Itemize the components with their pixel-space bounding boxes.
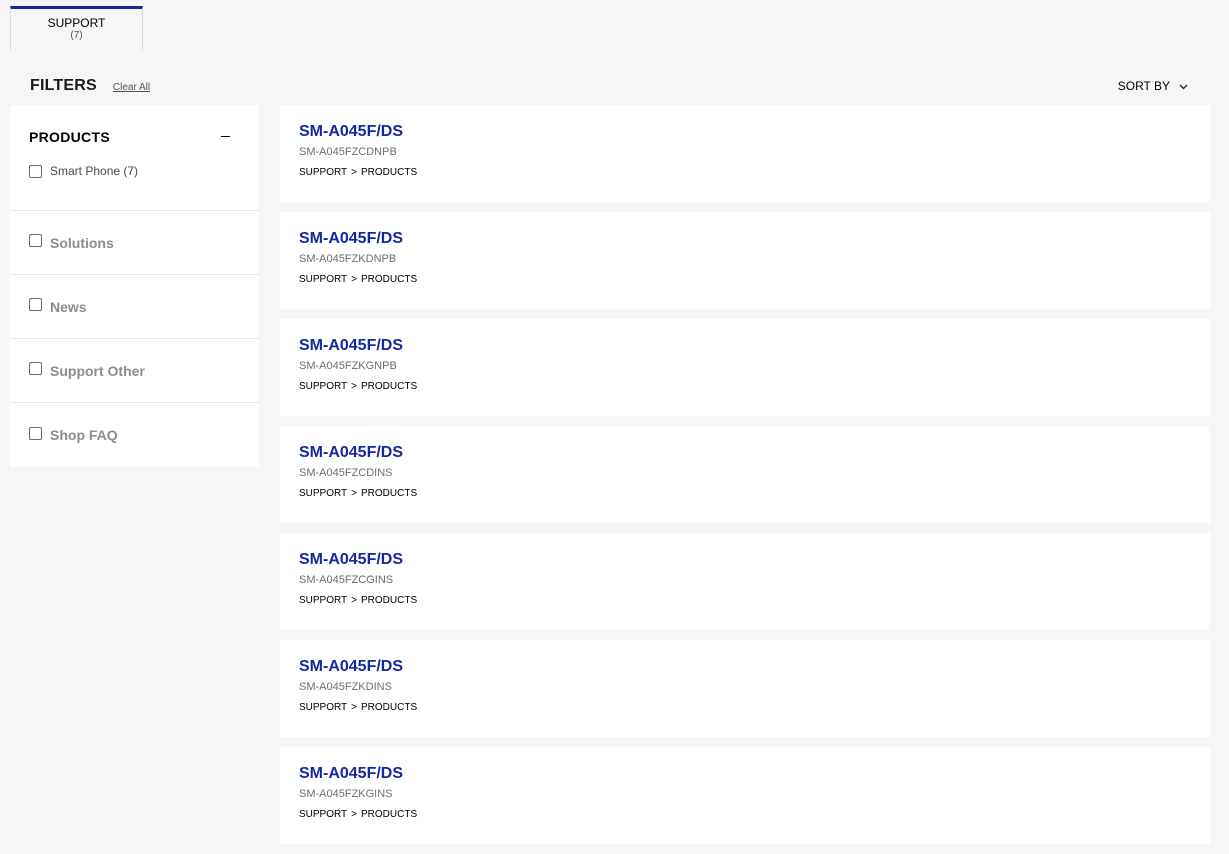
breadcrumb-separator: > [351,274,358,285]
checkbox-smart-phone[interactable] [29,164,42,178]
filter-group-title: PRODUCTS [29,129,110,145]
filter-option-label: Smart Phone (7) [50,164,139,178]
result-breadcrumb: SUPPORT > PRODUCTS [299,274,1191,286]
breadcrumb-products[interactable]: PRODUCTS [361,381,417,392]
result-card: SM-A045F/DS SM-A045FZKDINS SUPPORT > PRODU… [280,640,1210,737]
breadcrumb-products[interactable]: PRODUCTS [361,595,417,606]
breadcrumb-separator: > [351,381,358,392]
result-title-link[interactable]: SM-A045F/DS [299,229,1191,249]
result-card: SM-A045F/DS SM-A045FZKGNPB SUPPORT > PRODU… [280,319,1210,416]
filter-group-shop-faq[interactable]: Shop FAQ [10,403,259,467]
result-sku: SM-A045FZCDINS [299,467,393,479]
result-sku: SM-A045FZKDNPB [299,253,397,265]
filter-sidebar: PRODUCTS Smart Phone (7) Solutions News … [10,105,259,467]
minus-icon[interactable] [221,127,231,143]
breadcrumb-separator: > [351,595,358,606]
result-sku: SM-A045FZKGINS [299,788,393,800]
result-breadcrumb: SUPPORT > PRODUCTS [299,809,1191,821]
result-sku: SM-A045FZKDINS [299,681,392,693]
result-card: SM-A045F/DS SM-A045FZKDNPB SUPPORT > PRODU… [280,212,1210,309]
chevron-down-icon [1179,83,1188,90]
result-breadcrumb: SUPPORT > PRODUCTS [299,702,1191,714]
checkbox-solutions[interactable] [29,234,42,247]
filter-group-label: Shop FAQ [50,427,118,443]
breadcrumb-support[interactable]: SUPPORT [299,595,347,606]
filter-group-support-other[interactable]: Support Other [10,339,259,403]
breadcrumb-separator: > [351,702,358,713]
tab-count: (7) [70,30,83,41]
result-card: SM-A045F/DS SM-A045FZCDNPB SUPPORT > PRODU… [280,105,1210,202]
filter-group-label: News [50,298,87,315]
tab-support[interactable]: SUPPORT (7) [10,6,143,50]
tab-label: SUPPORT [47,16,106,30]
result-card: SM-A045F/DS SM-A045FZCDINS SUPPORT > PRODU… [280,426,1210,523]
result-card: SM-A045F/DS SM-A045FZKGINS SUPPORT > PRODU… [280,747,1210,844]
filter-option-smart-phone[interactable]: Smart Phone (7) [29,164,240,178]
filters-header: FILTERS Clear All [30,77,150,95]
result-breadcrumb: SUPPORT > PRODUCTS [299,488,1191,500]
result-breadcrumb: SUPPORT > PRODUCTS [299,381,1191,393]
filters-title: FILTERS [30,77,97,94]
checkbox-news[interactable] [29,298,42,311]
breadcrumb-support[interactable]: SUPPORT [299,702,347,713]
breadcrumb-support[interactable]: SUPPORT [299,274,347,285]
result-breadcrumb: SUPPORT > PRODUCTS [299,595,1191,607]
clear-all-link[interactable]: Clear All [113,82,150,93]
filter-group-label: Support Other [50,362,145,379]
result-title-link[interactable]: SM-A045F/DS [299,443,1191,463]
filter-group-solutions[interactable]: Solutions [10,211,259,275]
breadcrumb-products[interactable]: PRODUCTS [361,488,417,499]
breadcrumb-products[interactable]: PRODUCTS [361,167,417,178]
breadcrumb-products[interactable]: PRODUCTS [361,809,417,820]
result-card: SM-A045F/DS SM-A045FZCGINS SUPPORT > PRODU… [280,533,1210,630]
breadcrumb-support[interactable]: SUPPORT [299,488,347,499]
breadcrumb-separator: > [351,809,358,820]
breadcrumb-support[interactable]: SUPPORT [299,809,347,820]
sort-by-label: SORT BY [1117,79,1170,93]
breadcrumb-support[interactable]: SUPPORT [299,381,347,392]
breadcrumb-separator: > [351,167,358,178]
tab-bar: SUPPORT (7) [10,6,143,50]
breadcrumb-separator: > [351,488,358,499]
result-title-link[interactable]: SM-A045F/DS [299,550,1191,570]
checkbox-shop-faq[interactable] [29,426,42,440]
sort-by-dropdown[interactable]: SORT BY [1118,79,1189,93]
filter-group-news[interactable]: News [10,275,259,339]
result-title-link[interactable]: SM-A045F/DS [299,764,1191,784]
result-title-link[interactable]: SM-A045F/DS [299,657,1191,677]
results-list: SM-A045F/DS SM-A045FZCDNPB SUPPORT > PRODU… [280,105,1210,854]
checkbox-support-other[interactable] [29,362,42,375]
result-title-link[interactable]: SM-A045F/DS [299,336,1191,356]
result-sku: SM-A045FZKGNPB [299,360,397,372]
breadcrumb-products[interactable]: PRODUCTS [361,274,417,285]
result-breadcrumb: SUPPORT > PRODUCTS [299,167,1191,179]
result-sku: SM-A045FZCDNPB [299,146,397,158]
breadcrumb-support[interactable]: SUPPORT [299,167,347,178]
filter-group-label: Solutions [50,234,114,251]
filter-group-products: PRODUCTS Smart Phone (7) [10,105,259,211]
breadcrumb-products[interactable]: PRODUCTS [361,702,417,713]
result-sku: SM-A045FZCGINS [299,574,394,586]
result-title-link[interactable]: SM-A045F/DS [299,122,1191,142]
